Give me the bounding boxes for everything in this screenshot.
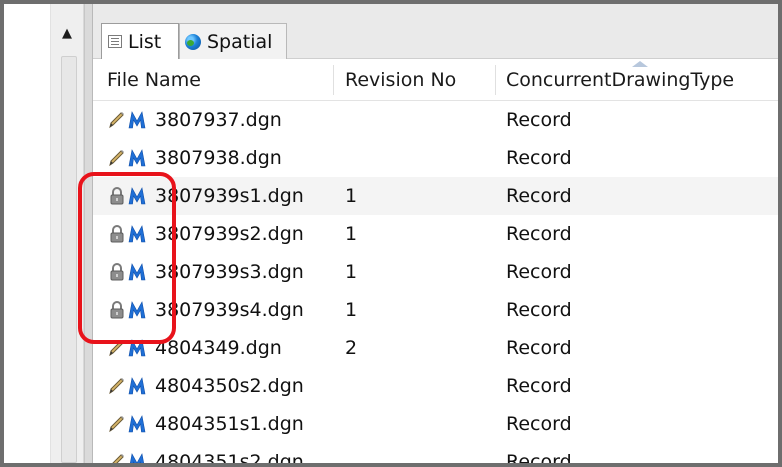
list-row[interactable]: 3807939s1.dgn 1 Record <box>93 177 778 215</box>
list-row[interactable]: 3807939s4.dgn 1 Record <box>93 291 778 329</box>
list-icon <box>108 35 122 48</box>
list-row[interactable]: 4804349.dgn 2 Record <box>93 329 778 367</box>
microstation-icon <box>128 414 146 434</box>
drawing-type-cell: Record <box>506 261 572 283</box>
column-header-revision-no[interactable]: Revision No <box>345 59 495 101</box>
file-name-cell: 3807939s3.dgn <box>155 261 304 283</box>
drawing-type-cell: Record <box>506 337 572 359</box>
drawing-type-cell: Record <box>506 109 572 131</box>
globe-icon <box>185 33 201 50</box>
file-name-cell: 4804351s2.dgn <box>155 451 304 463</box>
microstation-icon <box>128 376 146 396</box>
pencil-icon <box>108 414 126 434</box>
tab-spatial-label: Spatial <box>207 30 273 53</box>
file-name-cell: 3807938.dgn <box>155 147 282 169</box>
column-divider[interactable] <box>495 65 496 95</box>
tab-spatial[interactable]: Spatial <box>179 23 287 59</box>
column-header-revision-no-label: Revision No <box>345 69 457 91</box>
file-name-cell: 3807939s1.dgn <box>155 185 304 207</box>
scroll-up-arrow-icon[interactable]: ▲ <box>51 22 83 44</box>
microstation-icon <box>128 110 146 130</box>
row-icons <box>108 101 148 139</box>
pencil-icon <box>108 452 126 463</box>
file-name-cell: 3807939s2.dgn <box>155 223 304 245</box>
revision-cell: 1 <box>345 261 358 283</box>
file-name-cell: 3807939s4.dgn <box>155 299 304 321</box>
pencil-icon <box>108 110 126 130</box>
list-row[interactable]: 3807939s3.dgn 1 Record <box>93 253 778 291</box>
revision-cell: 1 <box>345 223 358 245</box>
red-highlight-annotation <box>78 172 176 344</box>
list-row[interactable]: 3807939s2.dgn 1 Record <box>93 215 778 253</box>
sort-ascending-icon <box>632 61 648 67</box>
view-tab-strip: List Spatial <box>93 4 778 59</box>
folder-tree-panel <box>4 4 50 463</box>
column-header-file-name[interactable]: File Name <box>107 59 343 101</box>
list-row[interactable]: 3807937.dgn Record <box>93 101 778 139</box>
tab-list-label: List <box>128 30 162 53</box>
microstation-icon <box>128 452 146 463</box>
drawing-type-cell: Record <box>506 451 572 463</box>
document-list: 3807937.dgn Record 3807938.dgn Record 38… <box>93 101 778 463</box>
drawing-type-cell: Record <box>506 413 572 435</box>
drawing-type-cell: Record <box>506 185 572 207</box>
column-header-file-name-label: File Name <box>107 69 201 91</box>
pencil-icon <box>108 376 126 396</box>
drawing-type-cell: Record <box>506 147 572 169</box>
drawing-type-cell: Record <box>506 299 572 321</box>
list-row[interactable]: 4804351s2.dgn Record <box>93 443 778 463</box>
row-icons <box>108 367 148 405</box>
microstation-icon <box>128 148 146 168</box>
row-icons <box>108 443 148 463</box>
pencil-icon <box>108 148 126 168</box>
column-header-concurrent-drawing-type-label: ConcurrentDrawingType <box>506 69 735 91</box>
revision-cell: 1 <box>345 299 358 321</box>
drawing-type-cell: Record <box>506 375 572 397</box>
row-icons <box>108 405 148 443</box>
list-row[interactable]: 3807938.dgn Record <box>93 139 778 177</box>
column-divider[interactable] <box>333 65 334 95</box>
file-name-cell: 3807937.dgn <box>155 109 282 131</box>
document-list-pane: List Spatial File Name Revision No Concu… <box>92 4 778 463</box>
drawing-type-cell: Record <box>506 223 572 245</box>
revision-cell: 1 <box>345 185 358 207</box>
file-name-cell: 4804350s2.dgn <box>155 375 304 397</box>
frame-bottom-border <box>0 463 782 467</box>
list-row[interactable]: 4804351s1.dgn Record <box>93 405 778 443</box>
column-header-row: File Name Revision No ConcurrentDrawingT… <box>93 59 778 101</box>
file-name-cell: 4804351s1.dgn <box>155 413 304 435</box>
list-row[interactable]: 4804350s2.dgn Record <box>93 367 778 405</box>
revision-cell: 2 <box>345 337 358 359</box>
frame-right-border <box>778 0 782 467</box>
scrollbar-thumb[interactable] <box>61 56 77 463</box>
tab-list[interactable]: List <box>101 23 179 59</box>
